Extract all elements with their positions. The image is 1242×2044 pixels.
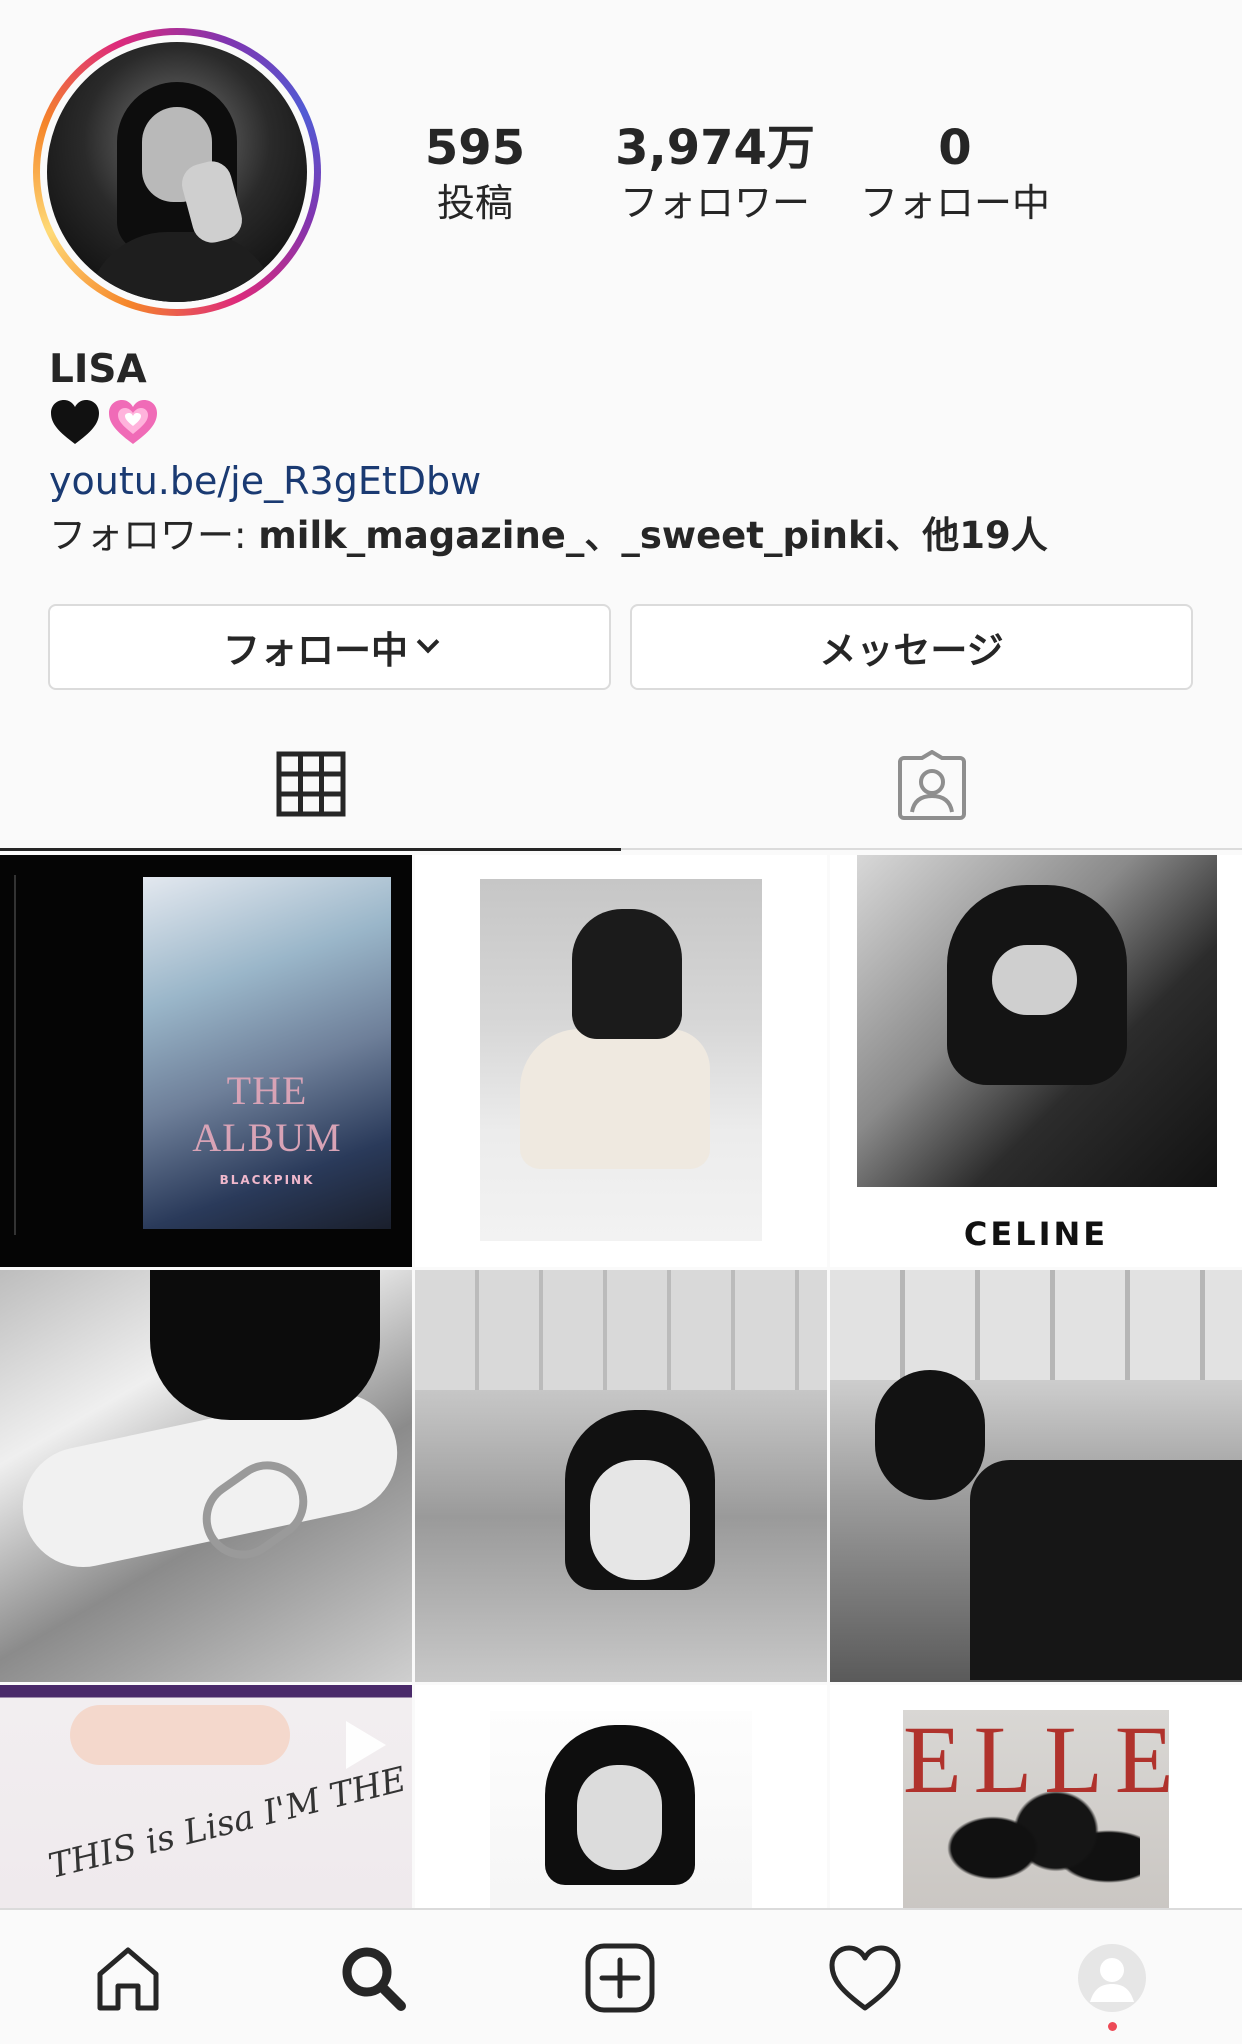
message-button[interactable]: メッセージ (630, 604, 1193, 690)
post-thumbnail[interactable] (830, 1270, 1242, 1682)
post-thumbnail[interactable] (415, 1270, 827, 1682)
followers-label: フォロワー (619, 181, 810, 225)
posts-count[interactable]: 595 投稿 (410, 118, 540, 228)
tagged-icon (897, 750, 966, 820)
tab-grid[interactable] (0, 720, 621, 851)
nav-home[interactable] (78, 1928, 178, 2028)
nav-search[interactable] (323, 1928, 423, 2028)
post-thumbnail[interactable] (415, 855, 827, 1267)
home-icon (97, 1947, 159, 2011)
following-label: フォロー中 (859, 181, 1050, 225)
black-heart-icon (49, 398, 101, 446)
bottom-navigation (0, 1908, 1242, 2044)
notification-dot (1108, 2022, 1117, 2031)
add-post-icon (585, 1943, 655, 2013)
post-thumbnail[interactable]: THE ALBUM BLACKPINK (0, 855, 412, 1267)
brand-logo-text: CELINE (963, 1215, 1109, 1253)
post-thumbnail[interactable] (0, 1270, 412, 1682)
posts-number: 595 (424, 120, 526, 176)
heart-icon (829, 1945, 901, 2011)
nav-profile[interactable] (1062, 1928, 1162, 2028)
following-count[interactable]: 0 フォロー中 (850, 118, 1060, 228)
followed-by-text[interactable]: フォロワー: milk_magazine_、_sweet_pinki、他19人 (49, 510, 1048, 562)
pink-heart-icon (107, 398, 159, 446)
followers-count[interactable]: 3,974万 フォロワー (610, 118, 820, 228)
grid-icon (276, 751, 345, 817)
video-play-icon (346, 1721, 386, 1769)
followed-by-prefix: フォロワー: (49, 514, 259, 557)
profile-avatar[interactable] (47, 42, 307, 302)
chevron-down-icon (416, 630, 440, 654)
nav-activity[interactable] (815, 1928, 915, 2028)
followed-by-names: milk_magazine_、_sweet_pinki、他19人 (258, 514, 1048, 557)
message-button-label: メッセージ (819, 629, 1004, 672)
following-button[interactable]: フォロー中 (48, 604, 611, 690)
profile-name: LISA (49, 347, 147, 392)
magazine-logo-text: ELLE (903, 1706, 1186, 1813)
following-button-label: フォロー中 (223, 629, 408, 672)
search-icon (342, 1947, 406, 2011)
followers-number: 3,974万 (615, 120, 815, 176)
profile-icon (1078, 1944, 1146, 2012)
posts-label: 投稿 (436, 181, 513, 225)
post-thumbnail[interactable]: CELINE (830, 855, 1242, 1267)
bio-emojis (49, 398, 159, 450)
album-artist-text: BLACKPINK (219, 1173, 315, 1187)
bio-link[interactable]: youtu.be/je_R3gEtDbw (49, 455, 481, 507)
following-number: 0 (938, 120, 972, 176)
nav-add-post[interactable] (570, 1928, 670, 2028)
album-title-text: THE ALBUM (192, 1068, 342, 1160)
profile-tabs (0, 720, 1242, 851)
tab-tagged[interactable] (621, 720, 1242, 850)
